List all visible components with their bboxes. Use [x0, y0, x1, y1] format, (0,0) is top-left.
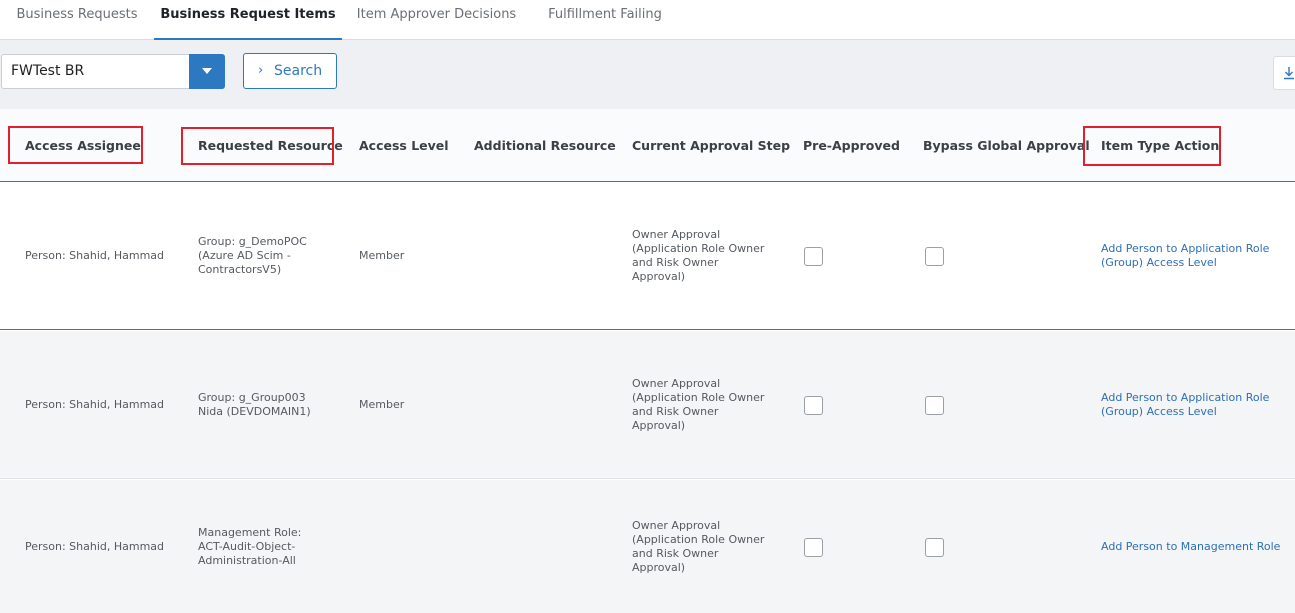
resource-line: Management Role:	[198, 526, 302, 539]
resource-line: Group: g_DemoPOC	[198, 235, 307, 248]
business-request-select[interactable]: FWTest BR	[1, 54, 225, 89]
approval-step-line: Owner Approval	[632, 519, 721, 532]
business-request-items-page: Business Requests Business Request Items…	[0, 0, 1295, 613]
cell-access-assignee: Person: Shahid, Hammad	[25, 249, 165, 262]
resource-line: ContractorsV5)	[198, 263, 282, 276]
resource-line: Nida (DEVDOMAIN1)	[198, 405, 311, 418]
tab-fulfillment-failing[interactable]: Fulfillment Failing	[531, 0, 679, 40]
search-button[interactable]: › Search	[243, 53, 337, 89]
search-button-label: Search	[274, 63, 323, 79]
resource-line: Administration-All	[198, 554, 296, 567]
table-header: Access Assignee Requested Resource Acces…	[0, 109, 1295, 182]
column-header-pre-approved[interactable]: Pre-Approved	[803, 109, 900, 182]
highlight-box-requested-resource	[181, 127, 334, 165]
approval-step-line: (Application Role Owner	[632, 533, 765, 546]
approval-step-line: Owner Approval	[632, 228, 721, 241]
table-row[interactable]: Person: Shahid, Hammad Group: g_DemoPOC …	[0, 182, 1295, 330]
approval-step-line: Approval)	[632, 419, 686, 432]
cell-access-level: Member	[359, 249, 405, 262]
resource-line: Group: g_Group003	[198, 391, 306, 404]
caret-down-icon	[202, 68, 212, 74]
cell-access-level: Member	[359, 398, 405, 411]
cell-current-approval-step: Owner Approval (Application Role Owner a…	[632, 377, 764, 433]
resource-line: (Azure AD Scim -	[198, 249, 291, 262]
cell-access-assignee: Person: Shahid, Hammad	[25, 540, 165, 553]
tab-bar: Business Requests Business Request Items…	[0, 0, 1295, 40]
action-line: Add Person to Application Role	[1101, 391, 1270, 404]
download-button[interactable]	[1273, 56, 1295, 90]
pre-approved-checkbox[interactable]	[804, 247, 823, 266]
approval-step-line: and Risk Owner	[632, 256, 719, 269]
column-header-current-approval-step[interactable]: Current Approval Step	[632, 109, 790, 182]
column-header-additional-resource[interactable]: Additional Resource	[474, 109, 616, 182]
approval-step-line: Owner Approval	[632, 377, 721, 390]
bypass-global-approval-checkbox[interactable]	[925, 538, 944, 557]
approval-step-line: (Application Role Owner	[632, 391, 765, 404]
cell-requested-resource: Management Role: ACT-Audit-Object- Admin…	[198, 526, 301, 568]
cell-requested-resource: Group: g_Group003 Nida (DEVDOMAIN1)	[198, 391, 311, 419]
approval-step-line: and Risk Owner	[632, 547, 719, 560]
cell-access-assignee: Person: Shahid, Hammad	[25, 398, 165, 411]
pre-approved-checkbox[interactable]	[804, 538, 823, 557]
bypass-global-approval-checkbox[interactable]	[925, 396, 944, 415]
approval-step-line: and Risk Owner	[632, 405, 719, 418]
tab-item-approver-decisions[interactable]: Item Approver Decisions	[342, 0, 531, 40]
dropdown-toggle-button[interactable]	[189, 54, 225, 89]
table-row[interactable]: Person: Shahid, Hammad Group: g_Group003…	[0, 331, 1295, 479]
select-value: FWTest BR	[11, 63, 85, 79]
cell-requested-resource: Group: g_DemoPOC (Azure AD Scim - Contra…	[198, 235, 307, 277]
approval-step-line: (Application Role Owner	[632, 242, 765, 255]
tab-business-request-items[interactable]: Business Request Items	[154, 0, 342, 40]
toolbar: FWTest BR › Search	[0, 40, 1295, 109]
item-type-action-link[interactable]: Add Person to Application Role (Group) A…	[1101, 242, 1269, 270]
action-line: Add Person to Management Role	[1101, 540, 1281, 553]
item-type-action-link[interactable]: Add Person to Management Role	[1101, 540, 1280, 554]
table-row[interactable]: Person: Shahid, Hammad Management Role: …	[0, 480, 1295, 613]
cell-current-approval-step: Owner Approval (Application Role Owner a…	[632, 228, 764, 284]
column-header-access-level[interactable]: Access Level	[359, 109, 449, 182]
download-icon	[1284, 67, 1294, 80]
approval-step-line: Approval)	[632, 270, 686, 283]
pre-approved-checkbox[interactable]	[804, 396, 823, 415]
cell-current-approval-step: Owner Approval (Application Role Owner a…	[632, 519, 764, 575]
action-line: Add Person to Application Role	[1101, 242, 1270, 255]
approval-step-line: Approval)	[632, 561, 686, 574]
resource-line: ACT-Audit-Object-	[198, 540, 296, 553]
highlight-box-access-assignee	[8, 126, 143, 164]
bypass-global-approval-checkbox[interactable]	[925, 247, 944, 266]
chevron-right-icon: ›	[258, 63, 264, 78]
action-line: (Group) Access Level	[1101, 256, 1217, 269]
tab-business-requests[interactable]: Business Requests	[0, 0, 154, 40]
highlight-box-item-type-action	[1083, 126, 1221, 166]
action-line: (Group) Access Level	[1101, 405, 1217, 418]
column-header-bypass-global-approval[interactable]: Bypass Global Approval	[923, 109, 1090, 182]
item-type-action-link[interactable]: Add Person to Application Role (Group) A…	[1101, 391, 1269, 419]
